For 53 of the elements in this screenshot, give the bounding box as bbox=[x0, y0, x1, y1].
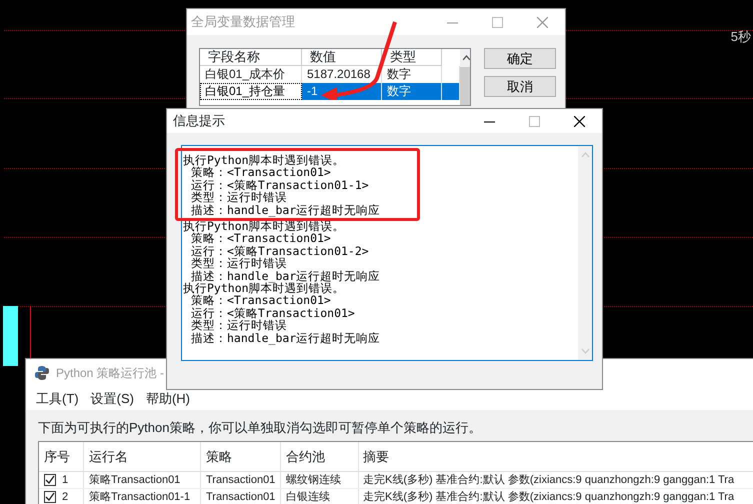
dialog-button[interactable]: 取消 bbox=[484, 76, 556, 97]
scrollbar-thumb[interactable] bbox=[460, 66, 470, 105]
menu-item[interactable]: 设置(S) bbox=[84, 388, 140, 408]
column-header[interactable]: 运行名 bbox=[84, 442, 201, 471]
close-icon[interactable] bbox=[574, 116, 585, 126]
message-line: 描述：handle_bar运行超时无响应 bbox=[190, 204, 382, 216]
column-header[interactable]: 字段名称 bbox=[200, 49, 302, 66]
description-text: 下面为可执行的Python策略，你可以单独取消勾选即可暂停单个策略的运行。 bbox=[37, 418, 482, 437]
maximize-icon[interactable] bbox=[492, 16, 503, 28]
summary-cell: 走完K线(多秒) 基准合约:默认 参数(zixiancs:9 quanzhongzh:9 ganggan:1 Tra bbox=[359, 489, 753, 504]
column-header[interactable]: 序号 bbox=[39, 442, 84, 471]
column-header[interactable]: 合约池 bbox=[281, 442, 359, 471]
row-number: 2 bbox=[62, 491, 68, 503]
window-title: Python 策略运行池 - bbox=[56, 365, 164, 382]
variable-row[interactable]: 白银01_持仓量 -1 数字 bbox=[200, 83, 460, 100]
message-line: 描述：handle_bar运行超时无响应 bbox=[191, 270, 382, 282]
message-line: 描述：handle_bar运行超时无响应 bbox=[190, 332, 382, 344]
message-line: 策略：<Transaction01> bbox=[191, 166, 331, 179]
strategy-cell: Transaction01 bbox=[201, 489, 281, 504]
candle-bar bbox=[3, 306, 18, 366]
scroll-up-icon[interactable] bbox=[462, 55, 470, 61]
checkbox[interactable] bbox=[44, 474, 56, 486]
column-header[interactable]: 策略 bbox=[201, 442, 281, 471]
message-line: 运行：<策略Transaction01> bbox=[190, 306, 356, 320]
message-line: 类型：运行时错误 bbox=[190, 257, 288, 270]
window-title: 信息提示 bbox=[173, 112, 225, 130]
message-heading: 执行Python脚本时遇到错误。 bbox=[183, 282, 345, 294]
message-line: 类型：运行时错误 bbox=[190, 191, 288, 204]
python-logo-icon bbox=[34, 365, 50, 381]
menu-item[interactable]: 工具(T) bbox=[30, 388, 85, 408]
checkbox[interactable] bbox=[44, 491, 56, 503]
message-heading: 执行Python脚本时遇到错误。 bbox=[183, 220, 346, 232]
message-heading: 执行Python脚本时遇到错误。 bbox=[183, 154, 346, 166]
period-label: 5秒 bbox=[730, 28, 751, 46]
run-name-cell: 策略Transaction01 bbox=[84, 472, 201, 488]
window-title: 全局变量数据管理 bbox=[191, 13, 295, 32]
dialog-button[interactable]: 确定 bbox=[484, 48, 556, 69]
menu-item[interactable]: 帮助(H) bbox=[140, 388, 196, 408]
message-line: 运行：<策略Transaction01-2> bbox=[190, 244, 370, 258]
message-line: 类型：运行时错误 bbox=[190, 319, 288, 332]
maximize-icon[interactable] bbox=[529, 116, 540, 126]
contract-pool-cell: 螺纹钢连续 bbox=[281, 472, 359, 488]
run-name-cell: 策略Transaction01-1 bbox=[84, 489, 201, 504]
message-line: 策略：<Transaction01> bbox=[191, 232, 331, 245]
summary-cell: 走完K线(多秒) 基准合约:默认 参数(zixiancs:9 quanzhongzh:9 ganggan:1 Tra bbox=[359, 472, 753, 488]
column-header[interactable]: 类型 bbox=[382, 49, 442, 66]
column-header[interactable]: 数值 bbox=[302, 49, 382, 66]
column-header[interactable]: 摘要 bbox=[359, 442, 753, 471]
message-line: 运行：<策略Transaction01-1> bbox=[190, 178, 370, 192]
strategy-cell: Transaction01 bbox=[201, 472, 281, 488]
contract-pool-cell: 白银连续 bbox=[281, 489, 359, 504]
message-line: 策略：<Transaction01> bbox=[191, 294, 331, 307]
row-number: 1 bbox=[62, 474, 68, 486]
